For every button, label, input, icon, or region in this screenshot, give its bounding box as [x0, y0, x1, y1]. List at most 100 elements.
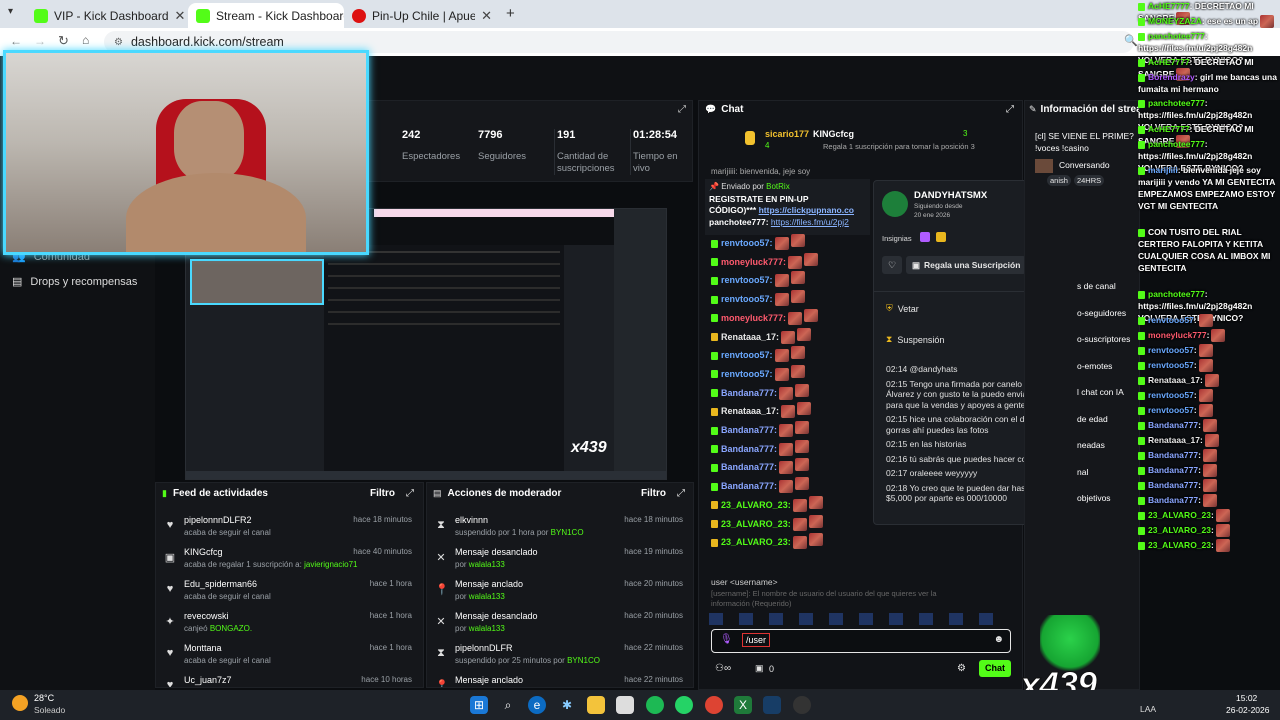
item-highlight[interactable]: BYN1CO	[567, 656, 600, 665]
points-icon[interactable]: ⚇∞	[715, 663, 731, 674]
back-icon[interactable]: ←	[10, 34, 22, 48]
item-highlight[interactable]: walala133	[469, 592, 505, 601]
item-highlight[interactable]: walala133	[469, 624, 505, 633]
item-title[interactable]: revecowski	[184, 611, 229, 621]
chat-message[interactable]: 23_ALVARO_23:	[711, 514, 823, 531]
filter-button[interactable]: Filtro	[641, 488, 666, 499]
steam-icon[interactable]	[763, 696, 781, 714]
expand-icon[interactable]: ⤢	[406, 488, 414, 499]
language-indicator[interactable]: LAA	[1140, 704, 1156, 714]
new-tab-button[interactable]: +	[506, 5, 515, 22]
list-item[interactable]: ✦ revecowski canjeó BONGAZO. hace 1 hora	[156, 611, 418, 643]
list-item[interactable]: ✕ Mensaje desanclado por walala133 hace 19 …	[427, 547, 689, 579]
notepad-icon[interactable]	[616, 696, 634, 714]
expand-icon[interactable]: ⤢	[1006, 104, 1014, 115]
chat-message[interactable]: Bandana777:	[711, 383, 810, 400]
item-title[interactable]: elkvinnn	[455, 515, 488, 525]
list-item[interactable]: ▣ KINGcfcg acaba de regalar 1 suscripción …	[156, 547, 418, 579]
tab-pinup[interactable]: Pin-Up Chile | Apuestas y Casin ✕	[344, 3, 500, 28]
item-highlight[interactable]: BYN1CO	[551, 528, 584, 537]
chat-message[interactable]: 23_ALVARO_23:	[711, 495, 823, 512]
obs-icon[interactable]	[793, 696, 811, 714]
chat-username[interactable]: Bandana777:	[721, 462, 777, 472]
list-item[interactable]: ⧗ pipelonnDLFR suspendido por 25 minutos p…	[427, 643, 689, 675]
emoji-icon[interactable]: ☻	[993, 634, 1004, 645]
chat-message[interactable]: Renataaa_17:	[711, 327, 812, 344]
close-icon[interactable]: ✕	[481, 8, 492, 24]
list-item[interactable]: ♥ Uc_juan7z7 hace 10 horas	[156, 675, 418, 687]
chat-username[interactable]: renvtooo57:	[721, 238, 773, 248]
clock-date[interactable]: 26-02-2026	[1226, 705, 1269, 715]
channel-setting-item[interactable]: nal	[1077, 467, 1139, 494]
chat-username[interactable]: renvtooo57:	[721, 275, 773, 285]
chat-message[interactable]: Bandana777:	[711, 439, 810, 456]
item-title[interactable]: Monttana	[184, 643, 222, 653]
clock-time[interactable]: 15:02	[1236, 693, 1257, 703]
list-item[interactable]: ♥ Monttana acaba de seguir el canal hace 1…	[156, 643, 418, 675]
gear-icon[interactable]: ⚙	[957, 663, 966, 674]
chat-username[interactable]: moneyluck777:	[721, 313, 786, 323]
chat-message[interactable]: Bandana777:	[711, 458, 810, 475]
chat-message[interactable]: renvtooo57:	[711, 271, 805, 288]
item-highlight[interactable]: BONGAZO.	[210, 624, 252, 633]
reload-icon[interactable]: ↻	[58, 33, 69, 49]
chat-message[interactable]: renvtooo57:	[711, 346, 805, 363]
windows-start-icon[interactable]: ⊞	[470, 696, 488, 714]
chat-input[interactable]: 🎙 /user ☻	[711, 629, 1011, 653]
item-title[interactable]: Mensaje anclado	[455, 675, 523, 685]
chat-message[interactable]: moneyluck777:	[711, 308, 819, 325]
item-title[interactable]: pipelonnDLFR	[455, 643, 513, 653]
list-item[interactable]: ⧗ elkvinnn suspendido por 1 hora por BYN1C…	[427, 515, 689, 547]
site-info-icon[interactable]: ⚙	[114, 37, 123, 48]
channel-setting-item[interactable]: o-suscriptores	[1077, 334, 1139, 361]
list-item[interactable]: ✕ Mensaje desanclado por walala133 hace 20 …	[427, 611, 689, 643]
item-title[interactable]: pipelonnnDLFR2	[184, 515, 252, 525]
sidebar-item-drops[interactable]: ▤ Drops y recompensas	[12, 275, 137, 289]
channel-setting-item[interactable]: o-emotes	[1077, 361, 1139, 388]
channel-setting-item[interactable]: objetivos	[1077, 493, 1139, 520]
chat-username[interactable]: Bandana777:	[721, 425, 777, 435]
mic-icon[interactable]: 🎙	[720, 634, 733, 645]
item-title[interactable]: Edu_spiderman66	[184, 579, 257, 589]
chat-username[interactable]: Bandana777:	[721, 481, 777, 491]
item-title[interactable]: Mensaje anclado	[455, 579, 523, 589]
forward-icon[interactable]: →	[34, 34, 46, 48]
chat-username[interactable]: Renataaa_17:	[721, 331, 779, 341]
item-title[interactable]: Mensaje desanclado	[455, 611, 538, 621]
close-icon[interactable]: ✕	[175, 8, 185, 24]
chat-username[interactable]: renvtooo57:	[721, 369, 773, 379]
leader-name[interactable]: KINGcfcg	[813, 129, 854, 139]
xbox-icon[interactable]: X	[734, 696, 752, 714]
edge-icon[interactable]: e	[528, 696, 546, 714]
chat-message[interactable]: Bandana777:	[711, 477, 810, 494]
expand-icon[interactable]: ⤢	[677, 488, 685, 499]
send-chat-button[interactable]: Chat	[979, 660, 1011, 677]
chat-message[interactable]: Bandana777:	[711, 421, 810, 437]
channel-setting-item[interactable]: o-seguidores	[1077, 308, 1139, 335]
tab-vip-dashboard[interactable]: VIP - Kick Dashboard ✕	[26, 3, 184, 28]
expand-icon[interactable]: ⤢	[678, 104, 686, 115]
channel-setting-item[interactable]: l chat con IA	[1077, 387, 1139, 414]
chat-message[interactable]: Renataaa_17:	[711, 402, 812, 419]
pinned-link[interactable]: https://clickpupnano.co	[759, 205, 854, 215]
pinned-by-user[interactable]: BotRix	[766, 182, 790, 191]
tab-list-icon[interactable]: ▾	[8, 6, 13, 17]
pinned-user-link[interactable]: https://files.fm/u/2pj2	[771, 217, 849, 227]
gift-sub-button[interactable]: ▣ Regala una Suscripción	[906, 256, 1026, 274]
chat-username[interactable]: Bandana777:	[721, 387, 777, 397]
channel-setting-item[interactable]: de edad	[1077, 414, 1139, 441]
tag[interactable]: anish	[1047, 175, 1071, 186]
item-highlight[interactable]: javierignacio71	[304, 560, 357, 569]
list-item[interactable]: ♥ Edu_spiderman66 acaba de seguir el canal…	[156, 579, 418, 611]
whatsapp-icon[interactable]	[675, 696, 693, 714]
item-title[interactable]: Mensaje desanclado	[455, 547, 538, 557]
follow-heart-button[interactable]: ♡	[882, 256, 902, 274]
chat-username[interactable]: moneyluck777:	[721, 257, 786, 267]
chat-username[interactable]: Renataaa_17:	[721, 406, 779, 416]
list-item[interactable]: 📍 Mensaje anclado por walala133 hace 20 min…	[427, 579, 689, 611]
spotify-icon[interactable]	[646, 696, 664, 714]
list-item[interactable]: 📍 Mensaje anclado hace 22 minutos	[427, 675, 689, 687]
emote-strip[interactable]	[709, 613, 1009, 625]
chat-message[interactable]: moneyluck777:	[711, 252, 819, 269]
home-icon[interactable]: ⌂	[82, 33, 89, 47]
